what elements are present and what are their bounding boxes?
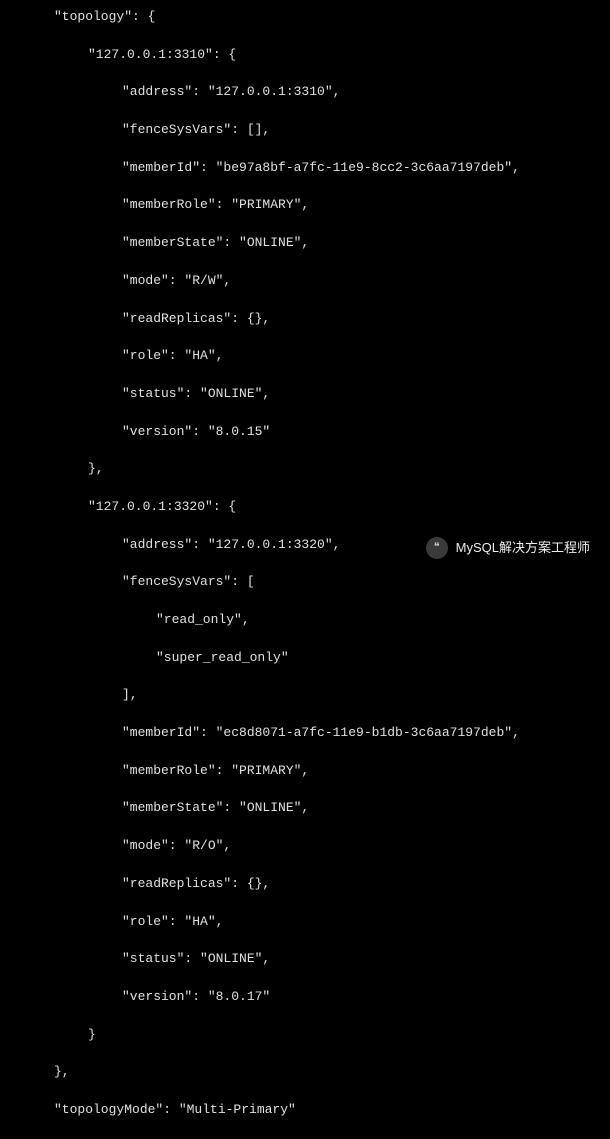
code-line: "readReplicas": {}, bbox=[0, 310, 610, 329]
code-line: } bbox=[0, 1026, 610, 1045]
code-line: "role": "HA", bbox=[0, 347, 610, 366]
code-block: "topology": { "127.0.0.1:3310": { "addre… bbox=[0, 8, 610, 1139]
code-line: "mode": "R/W", bbox=[0, 272, 610, 291]
code-line: ], bbox=[0, 686, 610, 705]
code-line: "address": "127.0.0.1:3310", bbox=[0, 83, 610, 102]
code-line: "role": "HA", bbox=[0, 913, 610, 932]
code-line: }, bbox=[0, 1063, 610, 1082]
code-line: "memberId": "ec8d8071-a7fc-11e9-b1db-3c6… bbox=[0, 724, 610, 743]
code-line: "memberRole": "PRIMARY", bbox=[0, 196, 610, 215]
code-line: "readReplicas": {}, bbox=[0, 875, 610, 894]
code-line: "127.0.0.1:3310": { bbox=[0, 46, 610, 65]
code-line: "status": "ONLINE", bbox=[0, 950, 610, 969]
code-line: "version": "8.0.15" bbox=[0, 423, 610, 442]
code-line: "fenceSysVars": [], bbox=[0, 121, 610, 140]
watermark-label: MySQL解决方案工程师 bbox=[456, 539, 590, 558]
code-line: "memberRole": "PRIMARY", bbox=[0, 762, 610, 781]
code-line: "mode": "R/O", bbox=[0, 837, 610, 856]
wechat-icon: ❝ bbox=[426, 537, 448, 559]
code-line: "memberState": "ONLINE", bbox=[0, 234, 610, 253]
code-line: "super_read_only" bbox=[0, 649, 610, 668]
code-line: "topology": { bbox=[0, 8, 610, 27]
code-line: "topologyMode": "Multi-Primary" bbox=[0, 1101, 610, 1120]
code-line: "fenceSysVars": [ bbox=[0, 573, 610, 592]
watermark-badge: ❝ MySQL解决方案工程师 bbox=[426, 537, 590, 559]
code-line: "read_only", bbox=[0, 611, 610, 630]
code-line: "version": "8.0.17" bbox=[0, 988, 610, 1007]
code-line: "memberId": "be97a8bf-a7fc-11e9-8cc2-3c6… bbox=[0, 159, 610, 178]
code-line: }, bbox=[0, 460, 610, 479]
code-line: "memberState": "ONLINE", bbox=[0, 799, 610, 818]
code-line: "status": "ONLINE", bbox=[0, 385, 610, 404]
code-line: "127.0.0.1:3320": { bbox=[0, 498, 610, 517]
